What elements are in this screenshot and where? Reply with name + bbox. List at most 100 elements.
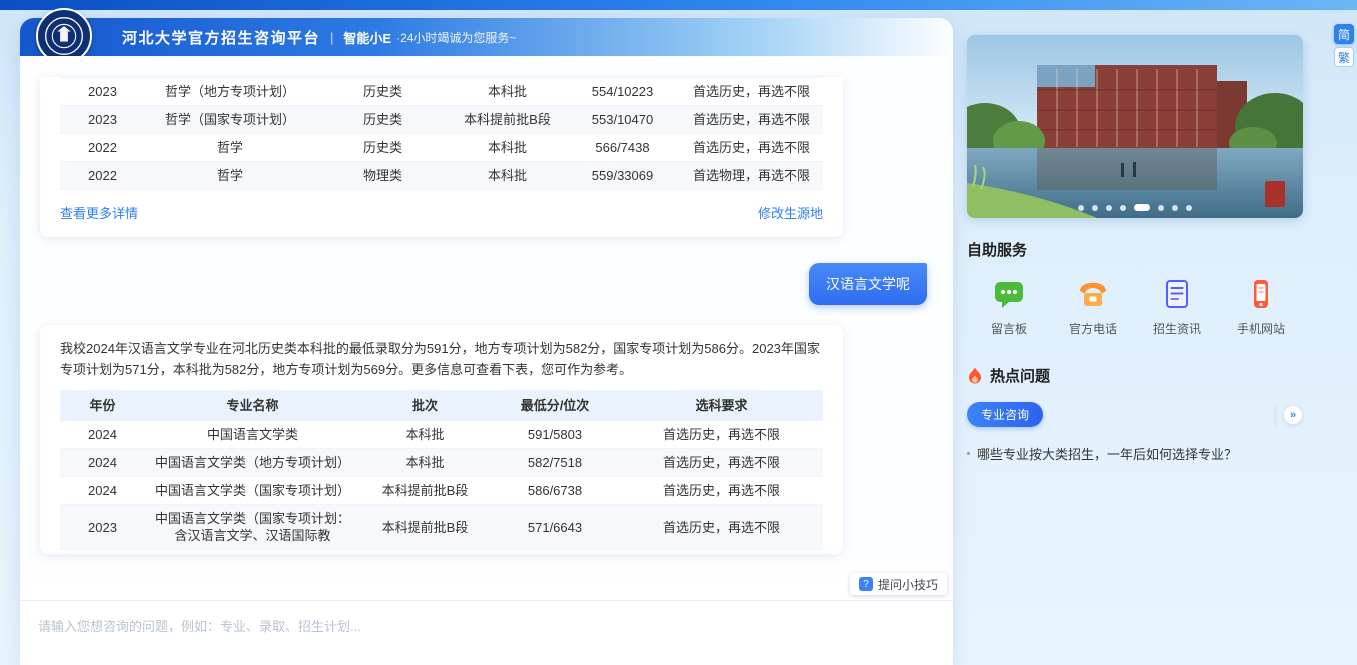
bullet-dot [967, 452, 970, 455]
view-more-link[interactable]: 查看更多详情 [60, 203, 138, 222]
service-mobile-site[interactable]: 手机网站 [1219, 276, 1303, 337]
cell-major: 中国语言文学类（国家专项计划） [145, 477, 360, 505]
admission-history-table: 2023 哲学（地方专项计划） 历史类 本科批 554/10223 首选历史，再… [60, 77, 823, 190]
table-row: 2022 哲学 历史类 本科批 566/7438 首选历史，再选不限 [60, 134, 823, 162]
cell-year: 2024 [60, 449, 145, 477]
cell-year: 2023 [60, 505, 145, 550]
cell-score: 582/7518 [490, 449, 620, 477]
cell-requirement: 首选历史，再选不限 [680, 106, 823, 134]
chat-message-area[interactable]: 2023 哲学（地方专项计划） 历史类 本科批 554/10223 首选历史，再… [20, 56, 953, 600]
self-service-title: 自助服务 [967, 239, 1303, 260]
cell-major: 中国语言文学类（国家专项计划：含汉语言文学、汉语国际教 [145, 505, 360, 550]
chat-header: 河北大学官方招生咨询平台 | 智能小E ·24小时竭诚为您服务~ [20, 18, 953, 56]
header-divider: | [330, 30, 333, 45]
chevron-right-icon[interactable]: » [1283, 405, 1303, 425]
cell-batch: 本科批 [360, 421, 490, 449]
carousel-dot-active[interactable] [1134, 204, 1150, 211]
table-footer-links: 查看更多详情 修改生源地 [40, 190, 843, 237]
cell-requirement: 首选历史，再选不限 [620, 449, 823, 477]
cell-major: 哲学 [145, 162, 315, 190]
carousel-dot[interactable] [1158, 205, 1164, 211]
cell-category: 历史类 [315, 106, 450, 134]
cell-category: 历史类 [315, 134, 450, 162]
cell-requirement: 首选历史，再选不限 [680, 134, 823, 162]
cell-category: 历史类 [315, 78, 450, 106]
carousel-dot[interactable] [1078, 205, 1084, 211]
carousel-dot[interactable] [1186, 205, 1192, 211]
cell-requirement: 首选历史，再选不限 [620, 477, 823, 505]
carousel-dot[interactable] [1106, 205, 1112, 211]
cell-batch: 本科批 [360, 449, 490, 477]
cell-category: 物理类 [315, 162, 450, 190]
news-icon [1159, 276, 1195, 312]
header-year: 年份 [60, 390, 145, 421]
cell-year: 2022 [60, 162, 145, 190]
campus-photo-carousel [967, 35, 1303, 218]
cell-score: 566/7438 [565, 134, 680, 162]
service-label: 手机网站 [1219, 320, 1303, 337]
traditional-chinese-button[interactable]: 繁 [1334, 47, 1354, 67]
table-row: 2023 哲学（国家专项计划） 历史类 本科提前批B段 553/10470 首选… [60, 106, 823, 134]
carousel-dot[interactable] [1120, 205, 1126, 211]
page-title: 河北大学官方招生咨询平台 [122, 27, 320, 48]
chat-panel: 河北大学官方招生咨询平台 | 智能小E ·24小时竭诚为您服务~ 2023 哲学… [20, 18, 953, 665]
service-message-board[interactable]: 留言板 [967, 276, 1051, 337]
chat-input[interactable] [20, 601, 953, 665]
cell-major: 哲学（国家专项计划） [145, 106, 315, 134]
bot-name: 智能小E [343, 28, 391, 47]
hot-tags-controls: » [1274, 404, 1303, 426]
message-board-icon [991, 276, 1027, 312]
service-label: 官方电话 [1051, 320, 1135, 337]
hot-topic-tags-row: 专业咨询 » [967, 402, 1303, 427]
bot-message-history-card: 2023 哲学（地方专项计划） 历史类 本科批 554/10223 首选历史，再… [40, 77, 843, 237]
cell-year: 2022 [60, 134, 145, 162]
cell-score: 571/6643 [490, 505, 620, 550]
self-service-list: 留言板 官方电话 招生资讯 [967, 276, 1303, 337]
cell-score: 554/10223 [565, 78, 680, 106]
table-row: 2024 中国语言文学类（地方专项计划） 本科批 582/7518 首选历史，再… [60, 449, 823, 477]
carousel-dots [1078, 204, 1192, 211]
cell-major: 中国语言文学类 [145, 421, 360, 449]
carousel-dot[interactable] [1172, 205, 1178, 211]
user-message-bubble: 汉语言文学呢 [809, 263, 927, 305]
phone-icon [1075, 276, 1111, 312]
hot-question-text: 哪些专业按大类招生，一年后如何选择专业？ [977, 444, 1237, 463]
cell-batch: 本科批 [450, 78, 565, 106]
table-row: 2023 哲学（地方专项计划） 历史类 本科批 554/10223 首选历史，再… [60, 78, 823, 106]
hot-question-item[interactable]: 哪些专业按大类招生，一年后如何选择专业？ [967, 444, 1303, 463]
cell-requirement: 首选历史，再选不限 [620, 505, 823, 550]
header-requirement: 选科要求 [620, 390, 823, 421]
cell-year: 2023 [60, 78, 145, 106]
cell-batch: 本科提前批B段 [360, 505, 490, 550]
table-row: 2022 哲学 物理类 本科批 559/33069 首选物理，再选不限 [60, 162, 823, 190]
table-row: 2024 中国语言文学类 本科批 591/5803 首选历史，再选不限 [60, 421, 823, 449]
table-header-row: 年份 专业名称 批次 最低分/位次 选科要求 [60, 390, 823, 421]
cell-batch: 本科批 [450, 134, 565, 162]
cell-score: 591/5803 [490, 421, 620, 449]
hot-topics-header: 热点问题 [967, 365, 1303, 386]
mobile-icon [1243, 276, 1279, 312]
cell-year: 2024 [60, 421, 145, 449]
simplified-chinese-button[interactable]: 简 [1334, 24, 1354, 44]
hot-tag-major-consult[interactable]: 专业咨询 [967, 402, 1043, 427]
carousel-dot[interactable] [1092, 205, 1098, 211]
cell-requirement: 首选物理，再选不限 [680, 162, 823, 190]
service-official-phone[interactable]: 官方电话 [1051, 276, 1135, 337]
bot-answer-card: 我校2024年汉语言文学专业在河北历史类本科批的最低录取分为591分，地方专项计… [40, 325, 843, 554]
campus-photo [967, 35, 1303, 218]
cell-major: 哲学（地方专项计划） [145, 78, 315, 106]
service-admission-news[interactable]: 招生资讯 [1135, 276, 1219, 337]
modify-origin-link[interactable]: 修改生源地 [758, 203, 823, 222]
tips-label: 提问小技巧 [878, 576, 938, 593]
header-tagline: ·24小时竭诚为您服务~ [396, 29, 516, 46]
cell-requirement: 首选历史，再选不限 [680, 78, 823, 106]
cell-year: 2024 [60, 477, 145, 505]
admission-score-table: 年份 专业名称 批次 最低分/位次 选科要求 2024 中国语言文学类 本科批 … [60, 390, 823, 550]
table-row: 2023 中国语言文学类（国家专项计划：含汉语言文学、汉语国际教 本科提前批B段… [60, 505, 823, 550]
cell-score: 553/10470 [565, 106, 680, 134]
header-batch: 批次 [360, 390, 490, 421]
hot-topics-title: 热点问题 [990, 365, 1050, 386]
tips-icon: ? [859, 577, 873, 591]
question-tips-button[interactable]: ? 提问小技巧 [850, 573, 947, 595]
university-seal-icon [44, 16, 84, 56]
